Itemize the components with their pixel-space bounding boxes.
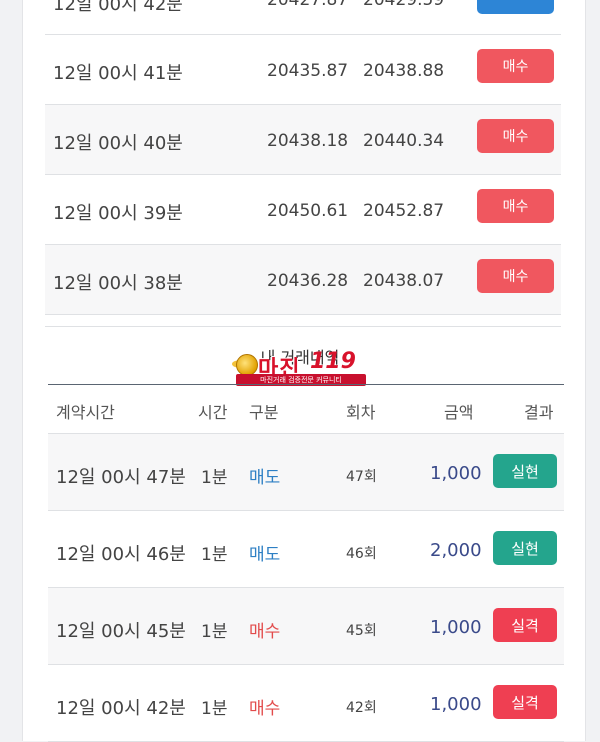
row-type: 매수	[249, 699, 281, 719]
price-row-open: 20450.61	[267, 201, 349, 221]
row-duration: 1분	[201, 699, 228, 719]
price-row-open: 20427.87	[267, 0, 349, 10]
price-row: 12일 00시 39분 20450.61 20452.87 매수	[45, 175, 561, 245]
row-time: 12일 00시 46분	[56, 544, 186, 565]
table-row: 12일 00시 46분 1분 매도 46회 2,000 실현	[48, 511, 564, 588]
row-type: 매수	[249, 622, 281, 642]
margin119-logo: 마진 119 마진거래 검증전문 커뮤니티	[232, 349, 366, 386]
row-time: 12일 00시 45분	[56, 621, 186, 642]
price-row-time: 12일 00시 39분	[53, 203, 183, 224]
col-contract-time: 계약시간	[56, 403, 115, 422]
col-type: 구분	[249, 403, 279, 422]
row-time: 12일 00시 42분	[56, 698, 186, 719]
price-row: 12일 00시 42분 20427.87 20429.59	[45, 0, 561, 35]
price-row-time: 12일 00시 38분	[53, 273, 183, 294]
price-row-time: 12일 00시 41분	[53, 63, 183, 84]
row-amount: 1,000	[430, 617, 482, 638]
logo-badge-icon	[236, 354, 258, 376]
trade-history-table: 계약시간 시간 구분 회차 금액 결과 12일 00시 47분 1분 매도 47…	[48, 384, 564, 742]
result-badge[interactable]: 실현	[493, 454, 557, 488]
row-amount: 1,000	[430, 694, 482, 715]
row-duration: 1분	[201, 468, 228, 488]
row-round: 45회	[346, 623, 377, 639]
price-row-open: 20438.18	[267, 131, 349, 151]
row-time: 12일 00시 47분	[56, 467, 186, 488]
col-duration: 시간	[198, 403, 228, 422]
row-round: 47회	[346, 469, 377, 485]
price-row-close: 20438.88	[363, 61, 445, 81]
result-badge[interactable]: 실격	[493, 685, 557, 719]
row-duration: 1분	[201, 622, 228, 642]
price-row-close: 20429.59	[363, 0, 445, 10]
table-row: 12일 00시 42분 1분 매수 42회 1,000 실격	[48, 665, 564, 742]
row-round: 42회	[346, 700, 377, 716]
table-header: 계약시간 시간 구분 회차 금액 결과	[48, 385, 564, 434]
row-type: 매도	[249, 468, 281, 488]
table-row: 12일 00시 45분 1분 매수 45회 1,000 실격	[48, 588, 564, 665]
price-row-open: 20436.28	[267, 271, 349, 291]
col-round: 회차	[346, 403, 376, 422]
row-amount: 2,000	[430, 540, 482, 561]
price-row: 12일 00시 41분 20435.87 20438.88 매수	[45, 35, 561, 105]
buy-button[interactable]: 매수	[477, 119, 554, 153]
col-amount: 금액	[444, 403, 474, 422]
price-row: 12일 00시 38분 20436.28 20438.07 매수	[45, 245, 561, 315]
result-badge[interactable]: 실격	[493, 608, 557, 642]
buy-button[interactable]: 매수	[477, 189, 554, 223]
price-row-close: 20438.07	[363, 271, 445, 291]
price-row-time: 12일 00시 40분	[53, 133, 183, 154]
table-row: 12일 00시 47분 1분 매도 47회 1,000 실현	[48, 434, 564, 511]
price-row-open: 20435.87	[267, 61, 349, 81]
row-duration: 1분	[201, 545, 228, 565]
price-row-time: 12일 00시 42분	[53, 0, 183, 15]
price-list: 12일 00시 42분 20427.87 20429.59 12일 00시 41…	[45, 0, 561, 315]
buy-button[interactable]: 매수	[477, 259, 554, 293]
logo-number: 119	[310, 349, 356, 374]
col-result: 결과	[524, 403, 554, 422]
list-divider	[45, 312, 561, 327]
row-amount: 1,000	[430, 463, 482, 484]
buy-button[interactable]: 매수	[477, 49, 554, 83]
row-round: 46회	[346, 546, 377, 562]
price-row-close: 20440.34	[363, 131, 445, 151]
result-badge[interactable]: 실현	[493, 531, 557, 565]
sell-button[interactable]	[477, 0, 554, 14]
row-type: 매도	[249, 545, 281, 565]
price-row-close: 20452.87	[363, 201, 445, 221]
price-row: 12일 00시 40분 20438.18 20440.34 매수	[45, 105, 561, 175]
